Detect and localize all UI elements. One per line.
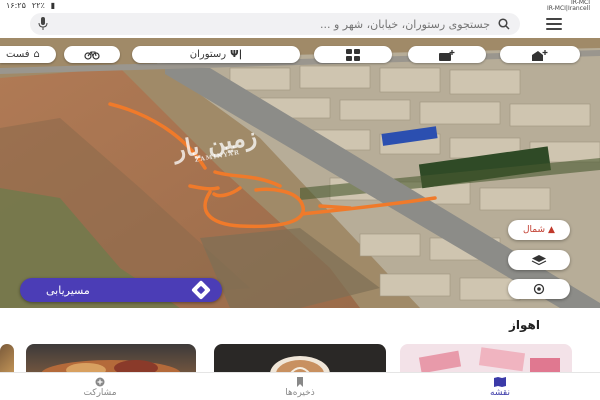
my-location-button[interactable] (508, 279, 570, 299)
search-input[interactable] (60, 17, 490, 31)
plus-circle-icon (95, 377, 105, 387)
chip-more[interactable] (314, 46, 392, 63)
microphone-icon[interactable] (38, 17, 48, 31)
compass-icon: ▲ (548, 225, 555, 235)
tab-contribute-label: مشارکت (83, 388, 117, 398)
chip-add-place[interactable] (500, 46, 580, 63)
satellite-map (0, 38, 600, 308)
bookmark-icon (297, 377, 303, 387)
bicycle-icon (84, 50, 100, 60)
tab-saved-label: ذخیره‌ها (285, 388, 315, 398)
status-left: ۱۶:۲۵ ۲۲٪ ▮ (6, 1, 55, 10)
time-text: ۱۶:۲۵ (6, 1, 26, 10)
chip-fastfood-label: فست (6, 49, 30, 60)
search-bar[interactable] (30, 13, 520, 35)
menu-icon[interactable] (546, 18, 562, 30)
directions-icon (191, 280, 211, 300)
tab-saved[interactable]: ذخیره‌ها (260, 375, 340, 399)
add-business-icon (439, 49, 455, 61)
location-target-icon (533, 283, 545, 295)
burger-icon: ⌂ (33, 49, 40, 60)
directions-button[interactable]: مسیریابی (20, 278, 222, 302)
map-view[interactable]: زمین یار ZAMINYAR (0, 38, 600, 308)
tab-contribute[interactable]: مشارکت (60, 375, 140, 399)
chip-fastfood[interactable]: فست ⌂ (0, 46, 56, 63)
layers-button[interactable] (508, 250, 570, 270)
status-bar: ۱۶:۲۵ ۲۲٪ ▮ IR-MCI IR-MCI|Irancell (0, 0, 600, 12)
carrier-info: IR-MCI IR-MCI|Irancell (547, 0, 590, 12)
chip-bicycle[interactable] (64, 46, 120, 63)
carrier-bottom: IR-MCI|Irancell (546, 5, 590, 12)
bottom-tab-bar: مشارکت ذخیره‌ها نقشه (0, 372, 600, 400)
city-title: اهواز (509, 318, 540, 332)
tab-map-label: نقشه (490, 388, 510, 398)
chip-restaurant[interactable]: رستوران Ψ| (132, 46, 300, 63)
compass-north-label: شمال (523, 225, 546, 235)
directions-label: مسیریابی (46, 283, 90, 297)
compass-button[interactable]: شمال ▲ (508, 220, 570, 240)
cutlery-icon: Ψ| (230, 49, 243, 60)
add-place-icon (532, 49, 548, 61)
map-icon (494, 377, 506, 387)
chip-add-business[interactable] (408, 46, 486, 63)
battery-icon: ▮ (50, 1, 56, 10)
chip-restaurant-label: رستوران (189, 49, 227, 60)
battery-text: ۲۲٪ (31, 1, 45, 10)
grid-icon (346, 48, 360, 61)
tab-map[interactable]: نقشه (460, 375, 540, 399)
layers-icon (531, 255, 547, 266)
search-icon (498, 18, 510, 30)
